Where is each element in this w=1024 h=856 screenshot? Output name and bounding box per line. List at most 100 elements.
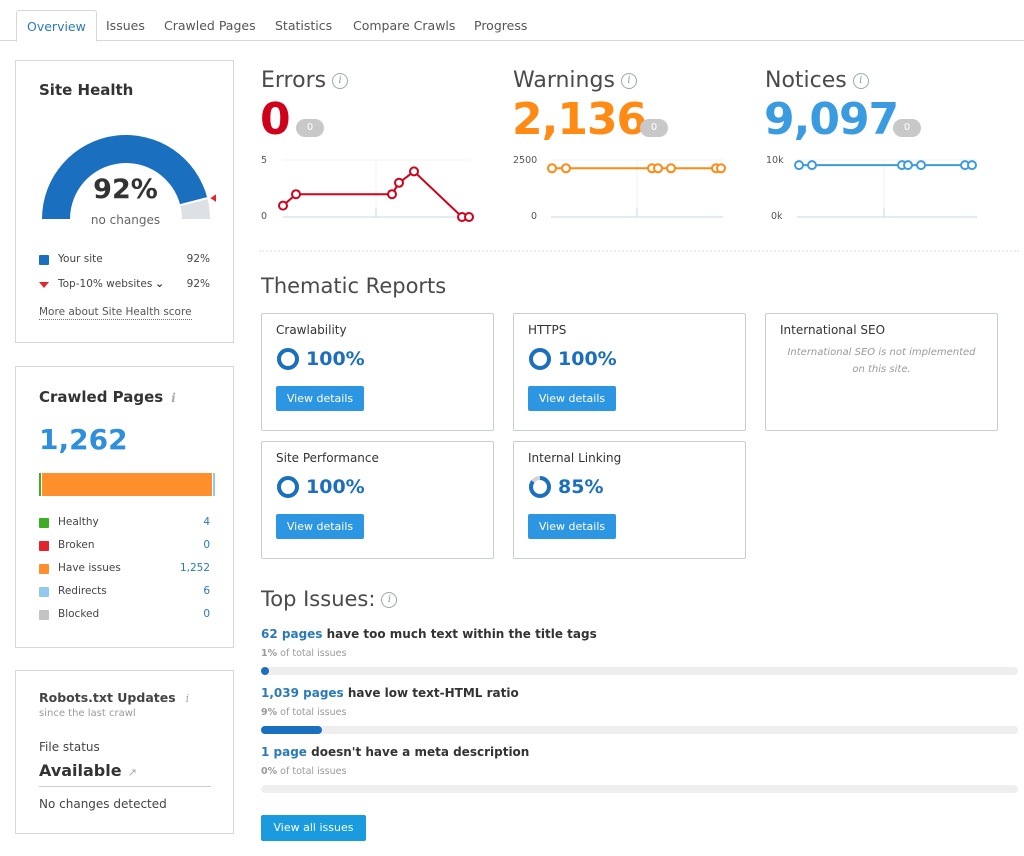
view-details-button[interactable]: View details: [528, 386, 616, 411]
warnings-data-point[interactable]: [653, 163, 663, 174]
errors-data-point[interactable]: [394, 177, 404, 188]
ring-progress: [277, 476, 299, 498]
notices-data-point[interactable]: [903, 160, 913, 171]
info-icon[interactable]: i: [381, 592, 398, 608]
tab-progress[interactable]: Progress: [464, 10, 537, 41]
tab-statistics[interactable]: Statistics: [265, 10, 342, 41]
chevron-down-icon[interactable]: ⌄: [155, 277, 164, 290]
errors-data-point[interactable]: [464, 212, 474, 222]
issue-item: 1 page doesn't have a meta description 0…: [261, 745, 1018, 793]
warnings-data-point[interactable]: [666, 163, 676, 174]
legend-value[interactable]: 6: [203, 585, 210, 597]
errors-data-point[interactable]: [387, 189, 397, 200]
legend-value[interactable]: 0: [203, 539, 210, 551]
report-percent: 100%: [306, 348, 365, 370]
legend-redirects[interactable]: Redirects 6: [39, 585, 210, 599]
notices-data-point[interactable]: [967, 160, 977, 171]
warnings-delta-badge: 0: [640, 119, 668, 137]
bar-segment-redirects[interactable]: [212, 473, 215, 496]
errors-title: Errors i: [261, 68, 349, 93]
bar-segment-have-issues[interactable]: [42, 473, 212, 496]
errors-data-point[interactable]: [278, 200, 288, 211]
legend-label: Healthy: [58, 516, 99, 528]
legend-have-issues[interactable]: Have issues 1,252: [39, 562, 210, 576]
legend-value[interactable]: 4: [203, 516, 210, 528]
notices-data-point[interactable]: [794, 160, 804, 171]
issue-count-link[interactable]: 62 pages: [261, 627, 322, 641]
legend-label: Blocked: [58, 608, 100, 620]
legend-blocked[interactable]: Blocked 0: [39, 608, 210, 622]
bar-segment-healthy[interactable]: [39, 473, 41, 496]
legend-healthy[interactable]: Healthy 4: [39, 516, 210, 530]
legend-value[interactable]: 1,252: [180, 562, 210, 574]
errors-delta-badge: 0: [296, 119, 324, 137]
crawled-pages-title-text: Crawled Pages: [39, 388, 164, 406]
errors-data-point[interactable]: [291, 189, 301, 200]
notices-title-text: Notices: [765, 68, 847, 93]
view-all-issues-button[interactable]: View all issues: [261, 815, 366, 841]
legend-swatch: [39, 564, 49, 574]
notices-value[interactable]: 9,097: [764, 94, 899, 145]
site-health-change: no changes: [90, 213, 161, 227]
tab-compare-crawls[interactable]: Compare Crawls: [343, 10, 465, 41]
tab-crawled-pages[interactable]: Crawled Pages: [154, 10, 266, 41]
errors-ymax-label: 5: [261, 155, 268, 166]
legend-value[interactable]: 0: [203, 608, 210, 620]
issue-share: 1% of total issues: [261, 648, 1018, 659]
notices-data-point[interactable]: [916, 160, 926, 171]
view-details-button[interactable]: View details: [276, 514, 364, 539]
issue-share-pct: 0%: [261, 766, 278, 777]
more-about-site-health-link[interactable]: More about Site Health score: [39, 306, 192, 320]
site-health-title: Site Health: [39, 81, 134, 99]
issue-progress-bar: [261, 726, 1018, 734]
report-percent: 85%: [558, 476, 604, 498]
crawled-pages-title: Crawled Pages i: [39, 388, 176, 406]
issue-text: 1 page doesn't have a meta description: [261, 745, 1018, 759]
report-percent: 100%: [558, 348, 617, 370]
issue-share-pct: 1%: [261, 648, 278, 659]
issue-count-link[interactable]: 1 page: [261, 745, 307, 759]
robots-title-text: Robots.txt Updates: [39, 690, 176, 705]
your-site-label: Your site: [58, 253, 103, 265]
notices-delta-badge: 0: [893, 119, 921, 137]
crawled-pages-total[interactable]: 1,262: [39, 423, 128, 456]
warnings-data-point[interactable]: [561, 163, 571, 174]
tab-issues[interactable]: Issues: [96, 10, 155, 41]
info-icon[interactable]: i: [620, 73, 637, 89]
info-icon[interactable]: i: [186, 692, 190, 705]
notices-ymin-label: 0k: [771, 211, 783, 222]
issue-progress-fill: [261, 726, 323, 734]
info-icon[interactable]: i: [332, 73, 349, 89]
issue-text: 1,039 pages have low text-HTML ratio: [261, 686, 1018, 700]
view-details-button[interactable]: View details: [528, 514, 616, 539]
view-details-button[interactable]: View details: [276, 386, 364, 411]
tab-overview[interactable]: Overview: [16, 10, 97, 42]
legend-broken[interactable]: Broken 0: [39, 539, 210, 553]
legend-label: Broken: [58, 539, 95, 551]
warnings-data-point[interactable]: [547, 163, 557, 174]
report-note: International SEO is not implemented on …: [787, 347, 976, 375]
errors-ymin-label: 0: [261, 211, 268, 222]
issue-progress-bar: [261, 667, 1018, 675]
issue-count-link[interactable]: 1,039 pages: [261, 686, 344, 700]
legend-top10[interactable]: Top-10% websites ⌄ 92%: [39, 277, 210, 292]
legend-label: Have issues: [58, 562, 121, 574]
warnings-data-point[interactable]: [716, 163, 726, 174]
robots-subtitle: since the last crawl: [39, 708, 136, 719]
notices-sparkline: [794, 159, 977, 218]
info-icon[interactable]: i: [171, 391, 176, 405]
errors-data-point[interactable]: [409, 166, 419, 177]
errors-value[interactable]: 0: [260, 94, 291, 145]
errors-title-text: Errors: [261, 68, 327, 93]
issue-description: have too much text within the title tags: [326, 627, 597, 641]
file-status-label: File status: [39, 740, 100, 754]
top-issues-title: Top Issues: i: [261, 587, 398, 611]
info-icon[interactable]: i: [852, 73, 869, 89]
file-status-text: Available: [39, 761, 122, 780]
external-link-icon[interactable]: ↗: [128, 766, 137, 779]
file-status-value: Available ↗: [39, 761, 137, 780]
notices-data-point[interactable]: [807, 160, 817, 171]
top10-value: 92%: [186, 278, 210, 290]
progress-ring-icon: [529, 348, 551, 370]
warnings-value[interactable]: 2,136: [512, 94, 647, 145]
